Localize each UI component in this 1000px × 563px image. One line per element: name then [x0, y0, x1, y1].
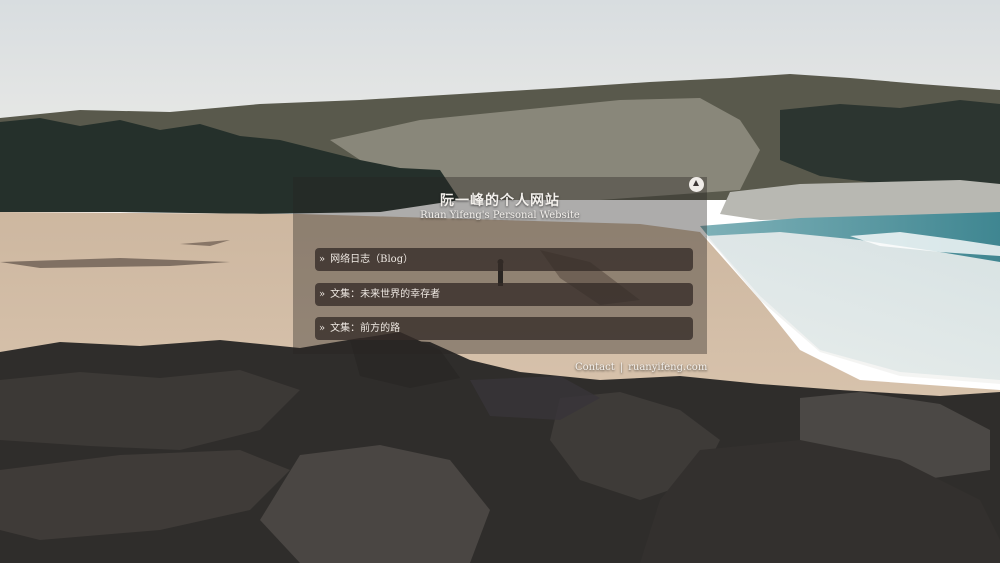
site-subtitle: Ruan Yifeng's Personal Website [420, 210, 580, 221]
menu-item-label: 网络日志（Blog） [330, 254, 414, 265]
menu-item-road-ahead-collection[interactable]: » 文集：前方的路 [315, 317, 693, 340]
menu-item-survivor-collection[interactable]: » 文集：未来世界的幸存者 [315, 283, 693, 306]
contact-link[interactable]: Contact [575, 362, 615, 373]
footer-separator: | [619, 362, 624, 373]
domain-link[interactable]: ruanyifeng.com [628, 362, 707, 373]
menu-item-blog[interactable]: » 网络日志（Blog） [315, 248, 693, 271]
footer: Contact | ruanyifeng.com [575, 362, 707, 373]
chevron-right-icon: » [319, 289, 326, 300]
chevron-right-icon: » [319, 254, 326, 265]
chevron-right-icon: » [319, 323, 326, 334]
site-title: 阮一峰的个人网站 [440, 193, 560, 209]
menu-item-label: 文集：未来世界的幸存者 [330, 289, 441, 300]
menu-item-label: 文集：前方的路 [330, 323, 401, 334]
